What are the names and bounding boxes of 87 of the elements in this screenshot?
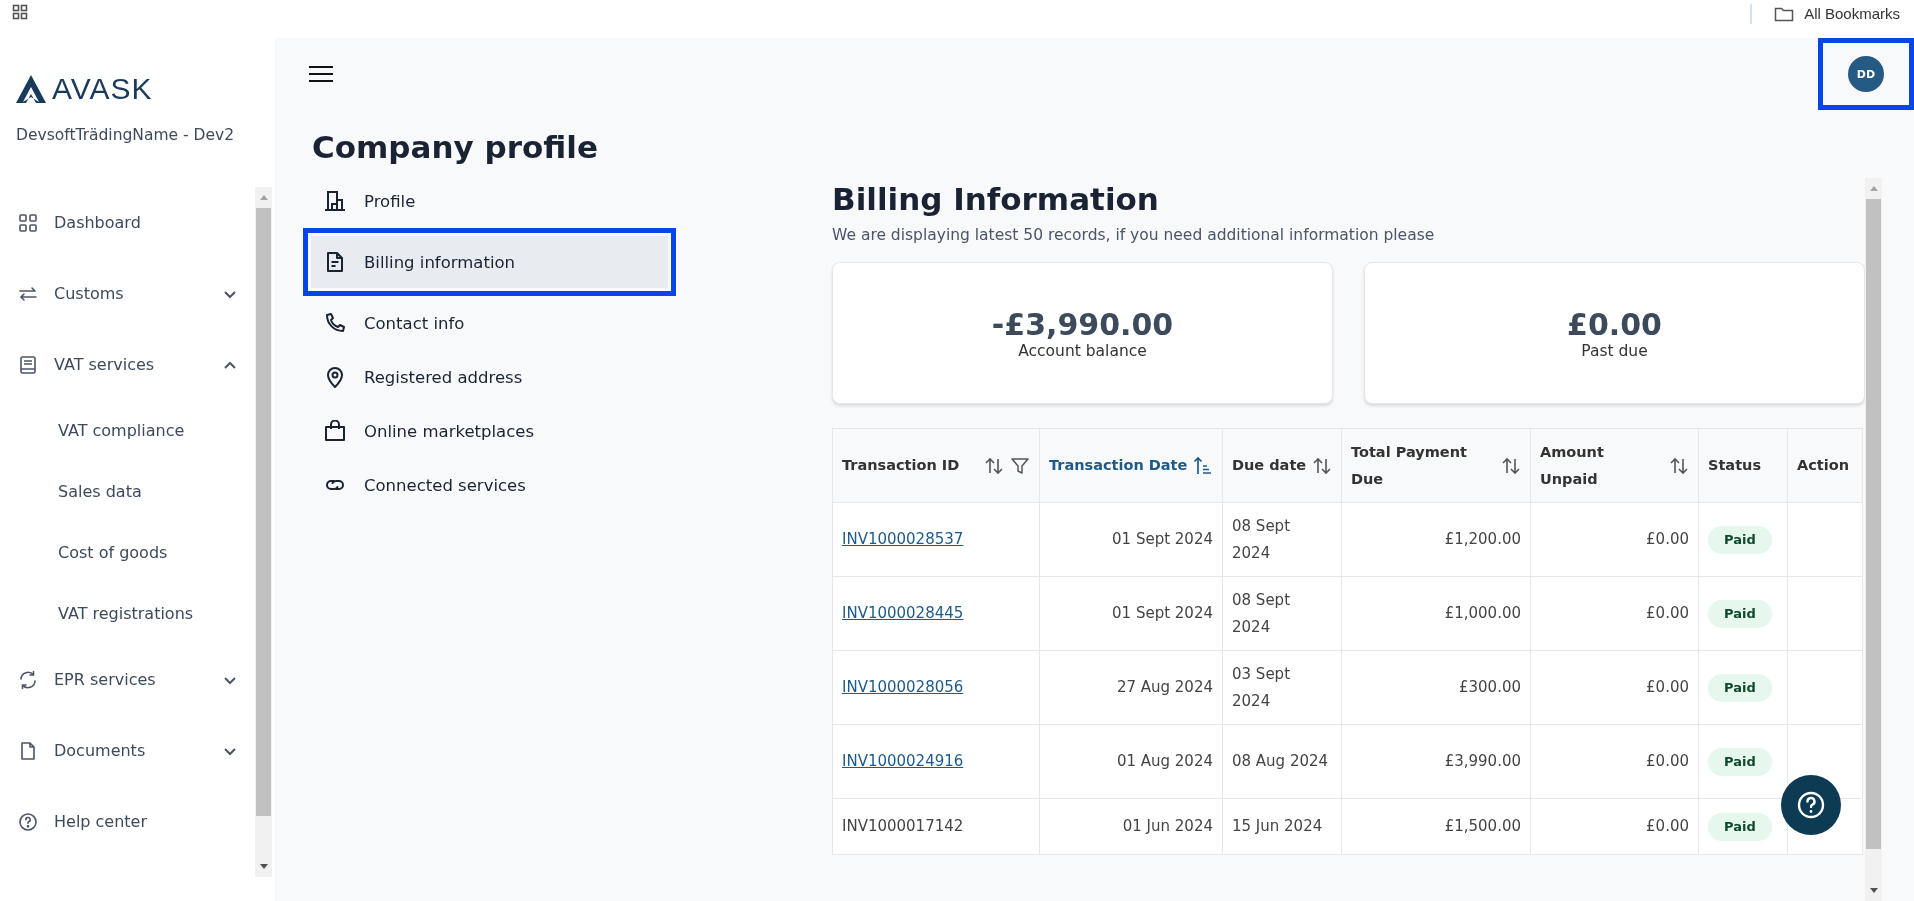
amount-label: Past due xyxy=(1581,341,1648,360)
book-icon xyxy=(18,354,38,375)
table-cell-text: £1,500.00 xyxy=(1444,816,1521,837)
table-cell-text: 08 Aug 2024 xyxy=(1232,751,1329,772)
sidebar-subitem[interactable]: VAT compliance xyxy=(0,400,255,461)
profile-nav-item[interactable]: Contact info xyxy=(308,296,671,350)
grid-icon xyxy=(18,212,38,233)
sidebar-item[interactable]: Documents xyxy=(0,715,255,786)
table-cell-text: £0.00 xyxy=(1646,677,1689,698)
table-cell-text: 01 Jun 2024 xyxy=(1122,816,1213,837)
building-icon xyxy=(324,190,346,212)
table-cell-text: £0.00 xyxy=(1646,603,1689,624)
column-header[interactable]: Total Payment Due xyxy=(1342,429,1531,503)
amount-label: Account balance xyxy=(1018,341,1147,360)
column-header[interactable]: Action xyxy=(1788,429,1863,503)
refresh-icon xyxy=(18,669,38,690)
amount-value: £0.00 xyxy=(1567,306,1662,342)
table-cell-text: £1,000.00 xyxy=(1444,603,1521,624)
status-badge: Paid xyxy=(1708,525,1772,554)
page-title: Company profile xyxy=(312,128,599,166)
sidebar-subitem[interactable]: Sales data xyxy=(0,461,255,522)
status-badge: Paid xyxy=(1708,599,1772,628)
table-cell-text: 01 Sept 2024 xyxy=(1112,529,1213,550)
doc-icon xyxy=(324,251,346,273)
bookmarks-label[interactable]: All Bookmarks xyxy=(1804,4,1900,24)
company-name: DevsoftTrädingName - Dev2 xyxy=(15,125,235,146)
sidebar-item[interactable]: Customs xyxy=(0,258,255,329)
file-icon xyxy=(18,740,38,761)
status-badge: Paid xyxy=(1708,812,1772,841)
table-cell-text: 01 Sept 2024 xyxy=(1112,603,1213,624)
column-header[interactable]: Transaction ID xyxy=(833,429,1040,503)
invoice-link[interactable]: INV1000028445 xyxy=(842,600,964,627)
sidebar-subitem[interactable]: Cost of goods xyxy=(0,522,255,583)
table-cell-text: £1,200.00 xyxy=(1444,529,1521,550)
status-badge: Paid xyxy=(1708,747,1772,776)
sidebar-item[interactable]: Help center xyxy=(0,786,255,857)
sidebar-subitem[interactable]: VAT registrations xyxy=(0,583,255,644)
table-cell-text: 27 Aug 2024 xyxy=(1116,677,1213,698)
table-cell-text: £0.00 xyxy=(1646,751,1689,772)
filter-icon[interactable] xyxy=(1010,455,1030,476)
invoice-id: INV1000017142 xyxy=(842,816,964,837)
avatar[interactable]: DD xyxy=(1848,56,1884,92)
logo-text: AVASK xyxy=(52,72,153,106)
profile-nav-item[interactable]: Profile xyxy=(308,174,671,228)
amount-value: -£3,990.00 xyxy=(991,306,1174,342)
folder-icon xyxy=(1774,6,1795,22)
table-cell-text: £0.00 xyxy=(1646,529,1689,550)
sort-icon[interactable] xyxy=(1312,455,1332,476)
help-icon xyxy=(1796,790,1826,820)
status-badge: Paid xyxy=(1708,673,1772,702)
scrollbar[interactable] xyxy=(255,187,272,877)
menu-icon[interactable] xyxy=(308,64,334,84)
apps-grid-icon[interactable] xyxy=(12,4,28,20)
sort-icon[interactable] xyxy=(1501,455,1521,476)
sort-icon[interactable] xyxy=(984,455,1004,476)
logo-mark-icon xyxy=(16,75,46,103)
phone-icon xyxy=(324,312,346,334)
scrollbar[interactable] xyxy=(1865,178,1882,901)
invoice-link[interactable]: INV1000028537 xyxy=(842,526,964,553)
sidebar-item[interactable]: EPR services xyxy=(0,644,255,715)
table-cell-text: 03 Sept 2024 xyxy=(1232,663,1291,712)
table-cell-text: £300.00 xyxy=(1458,677,1521,698)
bag-icon xyxy=(324,420,346,442)
profile-nav-item[interactable]: Online marketplaces xyxy=(308,404,671,458)
sidebar-item[interactable]: VAT services xyxy=(0,329,255,400)
table-cell-text: 08 Sept 2024 xyxy=(1232,589,1291,638)
help-icon xyxy=(18,811,38,832)
invoice-link[interactable]: INV1000028056 xyxy=(842,674,964,701)
column-header[interactable]: Transaction Date xyxy=(1040,429,1223,503)
sidebar-item[interactable]: Dashboard xyxy=(0,187,255,258)
profile-nav-item[interactable]: Connected services xyxy=(308,458,671,512)
invoice-link[interactable]: INV1000024916 xyxy=(842,748,964,775)
profile-nav-item[interactable]: Billing information xyxy=(308,233,671,291)
section-title: Billing Information xyxy=(832,180,1160,218)
sort-ascending-icon[interactable] xyxy=(1193,455,1213,476)
profile-nav-item[interactable]: Registered address xyxy=(308,350,671,404)
pin-icon xyxy=(324,366,346,388)
table-cell-text: £0.00 xyxy=(1646,816,1689,837)
sort-icon[interactable] xyxy=(1669,455,1689,476)
column-header[interactable]: Due date xyxy=(1223,429,1342,503)
table-cell-text: 08 Sept 2024 xyxy=(1232,515,1291,564)
records-note: We are displaying latest 50 records, if you need additional information please xyxy=(832,226,1436,244)
table-cell-text: £3,990.00 xyxy=(1444,751,1521,772)
column-header[interactable]: Amount Unpaid xyxy=(1531,429,1699,503)
table-cell-text: 15 Jun 2024 xyxy=(1232,816,1323,837)
column-header[interactable]: Status xyxy=(1699,429,1788,503)
table-cell-text: 01 Aug 2024 xyxy=(1116,751,1213,772)
